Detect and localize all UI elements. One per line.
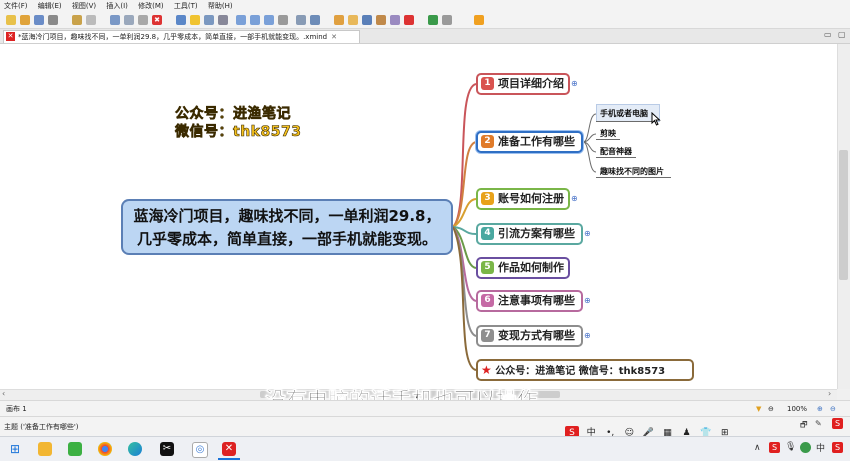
watermark-line-2: 微信号：thk8573 bbox=[175, 124, 302, 141]
ime-toolbar: S 中 •, ☺ 🎤 ▦ ♟ 👕 ⊞ bbox=[565, 420, 732, 440]
priority-5-icon: 5 bbox=[481, 260, 494, 274]
topic-label: 注意事项有哪些 bbox=[498, 294, 575, 307]
sheet-tab[interactable]: 画布 1 bbox=[6, 405, 27, 413]
expand-icon[interactable]: ⊕ bbox=[584, 296, 591, 305]
watermark-line-1: 公众号：进渔笔记 bbox=[175, 106, 291, 123]
status-notes-icon[interactable]: ✎ bbox=[815, 419, 822, 428]
file-explorer-icon[interactable] bbox=[38, 442, 52, 456]
star-icon: ★ bbox=[481, 363, 492, 377]
priority-1-icon: 1 bbox=[481, 76, 494, 90]
subtopic-jianying[interactable]: 剪映 bbox=[600, 128, 616, 139]
central-topic-line-1: 蓝海冷门项目，趣味找不同，一单利润29.8， bbox=[133, 207, 441, 225]
expand-icon[interactable]: ⊕ bbox=[584, 229, 591, 238]
topic-5[interactable]: 5 作品如何制作 bbox=[476, 257, 570, 279]
expand-icon[interactable]: ⊕ bbox=[584, 331, 591, 340]
topic-4[interactable]: 4 引流方案有哪些 bbox=[476, 223, 583, 245]
subtopic-underline bbox=[596, 121, 656, 122]
topic-label: 账号如何注册 bbox=[498, 192, 564, 205]
taskbar: ⊞ ✂ ◎ ✕ ∧ S 🎙 中 S bbox=[0, 436, 850, 461]
zoom-out-icon[interactable]: ⊖ bbox=[768, 401, 774, 417]
microphone-icon[interactable]: 🎙 bbox=[785, 442, 796, 452]
status-sheet-icon[interactable]: 🗗 bbox=[800, 419, 808, 433]
topic-7[interactable]: 7 变现方式有哪些 bbox=[476, 325, 583, 347]
chrome-icon[interactable] bbox=[98, 442, 112, 456]
topic-3[interactable]: 3 账号如何注册 bbox=[476, 188, 570, 210]
windows-icon[interactable]: ⊞ bbox=[8, 442, 22, 456]
edge-icon[interactable] bbox=[128, 442, 142, 456]
sheet-bar: 画布 1 ▼ ⊖ 100% ⊕ ⊖ bbox=[0, 400, 850, 417]
priority-7-icon: 7 bbox=[481, 328, 494, 342]
subtopic-phone-or-pc[interactable]: 手机或者电脑 bbox=[600, 108, 648, 119]
mouse-cursor-icon bbox=[651, 112, 661, 126]
topic-6[interactable]: 6 注意事项有哪些 bbox=[476, 290, 583, 312]
subtopic-underline bbox=[596, 157, 636, 158]
expand-icon[interactable]: ⊕ bbox=[571, 194, 578, 203]
priority-3-icon: 3 bbox=[481, 191, 494, 205]
capcut-icon[interactable]: ✂ bbox=[160, 442, 174, 456]
priority-2-icon: 2 bbox=[481, 134, 494, 148]
selection-status: 主题 ('准备工作有哪些') bbox=[4, 423, 79, 431]
subtopic-underline bbox=[596, 139, 620, 140]
notification-icon[interactable]: S bbox=[832, 442, 843, 453]
zoom-level: 100% bbox=[787, 405, 808, 413]
chevron-up-icon[interactable]: ∧ bbox=[754, 443, 761, 453]
speaker-icon[interactable] bbox=[800, 442, 811, 453]
xmind-icon[interactable]: ✕ bbox=[222, 442, 236, 456]
input-icon[interactable]: 中 bbox=[816, 441, 825, 454]
expand-icon[interactable]: ⊕ bbox=[571, 79, 578, 88]
zoom-in-icon[interactable]: ⊕ bbox=[817, 401, 823, 417]
topic-label: 项目详细介绍 bbox=[498, 77, 564, 90]
wechat-icon[interactable] bbox=[68, 442, 82, 456]
subtopic-spot-difference-pics[interactable]: 趣味找不同的图片 bbox=[600, 166, 664, 177]
topic-label: 引流方案有哪些 bbox=[498, 227, 575, 240]
topic-2[interactable]: 2 准备工作有哪些 bbox=[476, 131, 583, 153]
status-sogou-icon[interactable]: S bbox=[832, 418, 843, 429]
topic-label: 变现方式有哪些 bbox=[498, 329, 575, 342]
central-topic-line-2: 几乎零成本，简单直接，一部手机就能变现。 bbox=[136, 230, 437, 248]
contact-label: 公众号：进渔笔记 微信号：thk8573 bbox=[495, 366, 666, 377]
contact-topic[interactable]: ★ 公众号：进渔笔记 微信号：thk8573 bbox=[476, 359, 694, 381]
subtopic-underline bbox=[596, 177, 671, 178]
topic-label: 准备工作有哪些 bbox=[498, 135, 575, 148]
priority-6-icon: 6 bbox=[481, 293, 494, 307]
topic-1[interactable]: 1 项目详细介绍 bbox=[476, 73, 570, 95]
ime-icon[interactable]: S bbox=[769, 442, 780, 453]
topic-label: 作品如何制作 bbox=[498, 261, 564, 274]
priority-4-icon: 4 bbox=[481, 226, 494, 240]
central-topic[interactable]: 蓝海冷门项目，趣味找不同，一单利润29.8， 几乎零成本，简单直接，一部手机就能… bbox=[121, 199, 453, 255]
zoom-fit-icon[interactable]: ⊖ bbox=[830, 401, 836, 417]
subtopic-voice-tool[interactable]: 配音神器 bbox=[600, 146, 632, 157]
app-icon[interactable]: ◎ bbox=[192, 442, 208, 458]
filter-icon[interactable]: ▼ bbox=[756, 401, 761, 417]
